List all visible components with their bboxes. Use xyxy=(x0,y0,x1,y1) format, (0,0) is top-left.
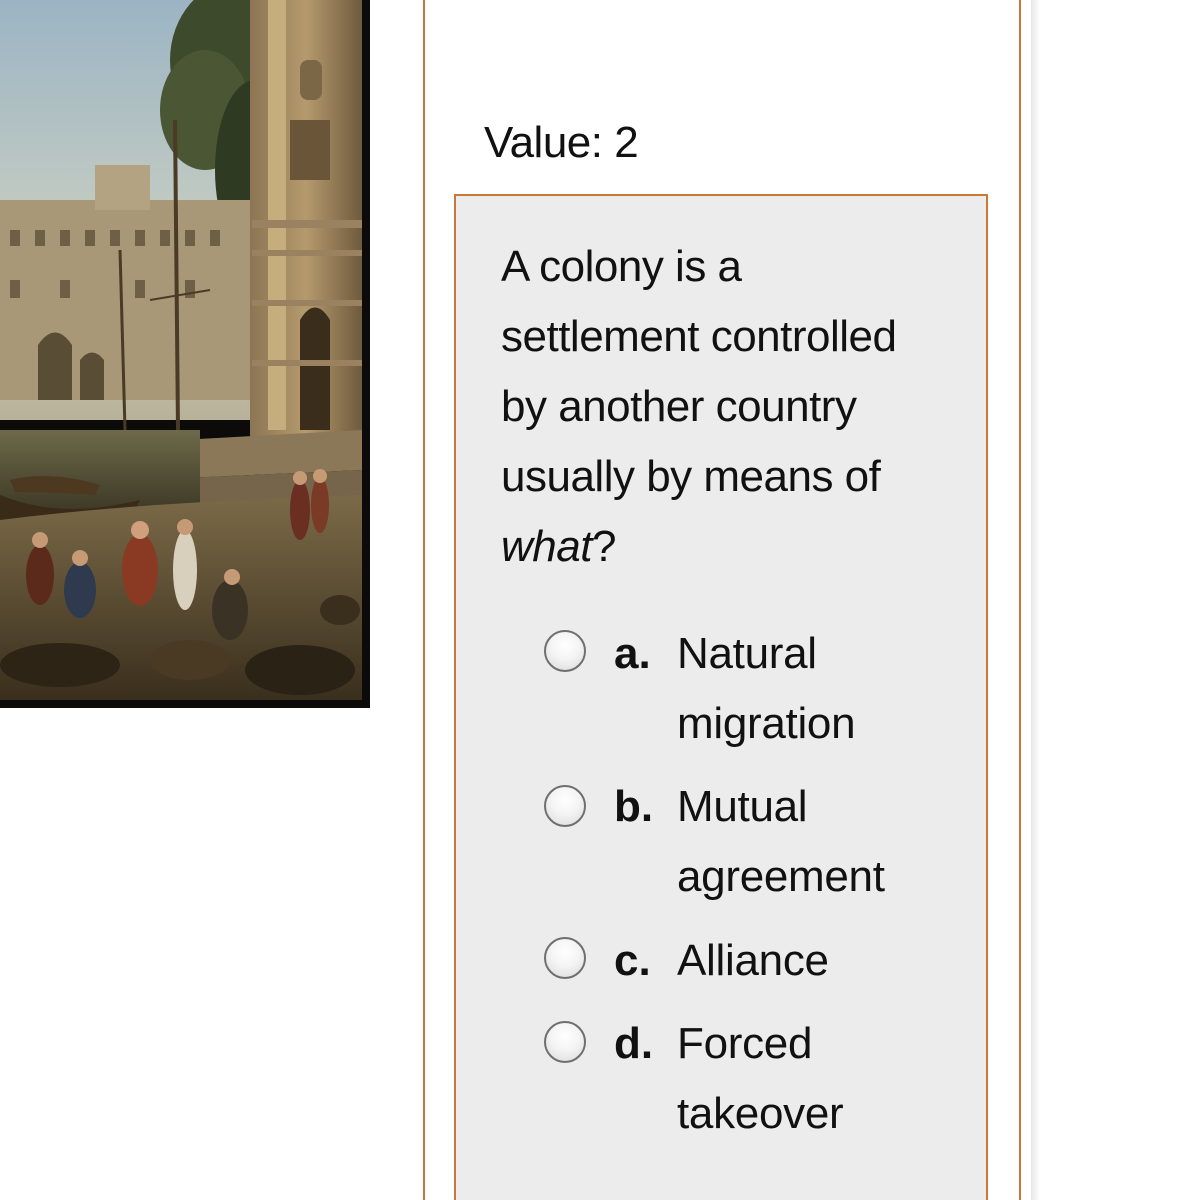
answer-option-label: Forced takeover xyxy=(677,1009,977,1149)
answer-option-label-line: Forced xyxy=(677,1019,813,1068)
answer-option-b[interactable]: b. Mutual agreement xyxy=(540,772,980,912)
question-stem-line: by another country xyxy=(501,382,857,431)
harbor-painting-illustration xyxy=(0,0,362,700)
question-stem-line: A colony is a xyxy=(501,242,742,291)
question-stem-line-last: what? xyxy=(501,512,961,582)
page-edge-shadow xyxy=(1031,0,1039,1200)
radio-button-unselected-icon[interactable] xyxy=(544,785,586,827)
answer-option-label-line: Mutual xyxy=(677,782,808,831)
question-stem-line: usually by means of xyxy=(501,452,881,501)
answer-option-label-line: agreement xyxy=(677,852,885,901)
answer-option-a[interactable]: a. Natural migration xyxy=(540,619,980,759)
question-stem-line: settlement controlled xyxy=(501,312,897,361)
answer-option-letter: d. xyxy=(614,1019,654,1068)
answer-option-label-line: migration xyxy=(677,699,856,748)
answer-option-c[interactable]: c. Alliance xyxy=(540,926,980,996)
answer-option-label: Alliance xyxy=(677,926,977,996)
painting-image xyxy=(0,0,370,708)
answer-option-label-line: Natural xyxy=(677,629,817,678)
radio-button-unselected-icon[interactable] xyxy=(544,937,586,979)
answer-option-d[interactable]: d. Forced takeover xyxy=(540,1009,980,1149)
answer-option-label: Mutual agreement xyxy=(677,772,977,912)
radio-button-unselected-icon[interactable] xyxy=(544,1021,586,1063)
question-stem-italic-word: what xyxy=(501,522,592,571)
question-value-label: Value: 2 xyxy=(484,118,639,167)
answer-option-letter: b. xyxy=(614,782,654,831)
answer-option-label: Natural migration xyxy=(677,619,977,759)
quiz-page: Value: 2 A colony is a settlement contro… xyxy=(0,0,1198,1200)
radio-button-unselected-icon[interactable] xyxy=(544,630,586,672)
answer-option-label-line: Alliance xyxy=(677,936,829,985)
answer-option-label-line: takeover xyxy=(677,1089,844,1138)
answer-option-letter: a. xyxy=(614,629,651,678)
question-stem: A colony is a settlement controlled by a… xyxy=(501,232,961,582)
answer-option-letter: c. xyxy=(614,936,651,985)
question-stem-punctuation: ? xyxy=(591,522,616,571)
